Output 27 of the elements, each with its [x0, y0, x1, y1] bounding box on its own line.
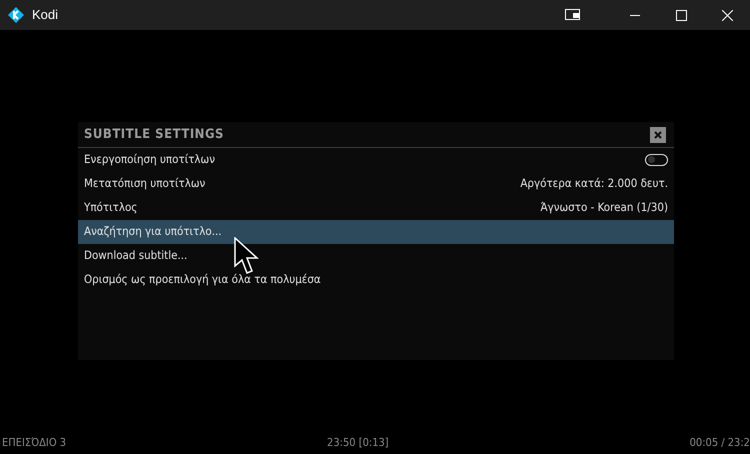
- progress-time: 00:05 / 23:2: [690, 434, 750, 451]
- setting-label: Υπότιτλος: [84, 199, 138, 216]
- setting-label: Ενεργοποίηση υποτίτλων: [84, 151, 215, 168]
- setting-label: Μετατόπιση υποτίτλων: [84, 175, 206, 192]
- setting-row[interactable]: Ενεργοποίηση υποτίτλων: [78, 148, 674, 172]
- setting-row[interactable]: Μετατόπιση υποτίτλων Αργότερα κατά: 2.000 δευτ.: [78, 172, 674, 196]
- episode-label: ΕΠΕΙΣΌΔΙΟ 3: [2, 434, 66, 451]
- pip-icon: [565, 9, 581, 21]
- setting-label: Ορισμός ως προεπιλογή για όλα τα πολυμέσα: [84, 271, 321, 288]
- close-button[interactable]: [650, 126, 666, 142]
- setting-row[interactable]: Αναζήτηση για υπότιτλο...: [78, 220, 674, 244]
- setting-value: Αργότερα κατά: 2.000 δευτ.: [520, 175, 668, 192]
- setting-label: Download subtitle...: [84, 247, 188, 264]
- setting-row[interactable]: Download subtitle...: [78, 244, 674, 268]
- app-logo-icon: [8, 7, 24, 23]
- minimize-icon: [630, 14, 640, 16]
- setting-row[interactable]: Υπότιτλος Άγνωστο - Korean (1/30): [78, 196, 674, 220]
- time-label: 23:50 [0:13]: [327, 434, 389, 451]
- window-title: Kodi: [32, 6, 58, 24]
- toggle-switch[interactable]: [645, 154, 668, 166]
- close-icon: [722, 10, 732, 20]
- setting-value: Άγνωστο - Korean (1/30): [540, 199, 668, 216]
- dialog-title: SUBTITLE SETTINGS: [84, 126, 224, 144]
- close-icon: [654, 130, 662, 138]
- maximize-icon: [676, 10, 686, 20]
- setting-label: Αναζήτηση για υπότιτλο...: [84, 223, 222, 240]
- setting-row[interactable]: Ορισμός ως προεπιλογή για όλα τα πολυμέσα: [78, 268, 674, 292]
